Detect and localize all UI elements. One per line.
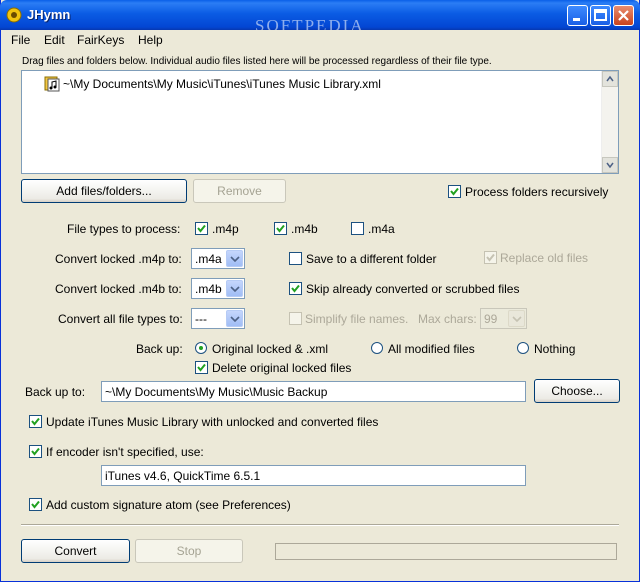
menu-file[interactable]: File xyxy=(11,33,30,47)
replace-old-label: Replace old files xyxy=(500,251,589,265)
save-folder-label: Save to a different folder xyxy=(306,252,437,266)
list-item[interactable]: ~\My Documents\My Music\iTunes\iTunes Mu… xyxy=(63,77,381,91)
scroll-up-button[interactable] xyxy=(602,71,618,87)
maximize-button[interactable] xyxy=(590,5,611,26)
itunes-library-icon xyxy=(44,76,60,92)
skip-converted-checkbox[interactable] xyxy=(289,282,302,295)
arrow-up-icon xyxy=(606,75,614,82)
convert-m4b-select[interactable]: .m4b xyxy=(191,278,245,299)
list-scrollbar[interactable] xyxy=(601,71,618,173)
checkmark-icon xyxy=(450,187,459,196)
update-itunes-checkbox[interactable] xyxy=(29,415,42,428)
convert-all-select[interactable]: --- xyxy=(191,308,245,329)
m4a-checkbox[interactable] xyxy=(351,222,364,235)
recursive-label: Process folders recursively xyxy=(465,185,609,199)
checkmark-icon xyxy=(197,224,206,233)
file-list[interactable]: ~\My Documents\My Music\iTunes\iTunes Mu… xyxy=(21,70,619,174)
radio-selected-dot xyxy=(199,346,203,350)
convert-m4p-value: .m4a xyxy=(195,252,222,266)
convert-m4p-select[interactable]: .m4a xyxy=(191,248,245,269)
checkmark-icon xyxy=(31,500,40,509)
backup-modified-label: All modified files xyxy=(388,342,475,356)
checkmark-icon xyxy=(31,447,40,456)
convert-m4p-label: Convert locked .m4p to: xyxy=(55,252,182,266)
checkmark-icon xyxy=(291,284,300,293)
update-itunes-label: Update iTunes Music Library with unlocke… xyxy=(46,415,379,429)
close-button[interactable] xyxy=(613,5,634,26)
max-chars-label: Max chars: xyxy=(418,312,477,326)
signature-label: Add custom signature atom (see Preferenc… xyxy=(46,498,291,512)
arrow-down-icon xyxy=(606,162,614,169)
encoder-checkbox[interactable] xyxy=(29,445,42,458)
checkmark-icon xyxy=(197,363,206,372)
drop-hint: Drag files and folders below. Individual… xyxy=(22,56,492,67)
convert-all-label: Convert all file types to: xyxy=(58,312,183,326)
m4a-label: .m4a xyxy=(368,222,395,236)
chevron-down-icon xyxy=(230,286,240,292)
m4b-checkbox[interactable] xyxy=(274,222,287,235)
backup-path-value: ~\My Documents\My Music\Music Backup xyxy=(105,385,328,399)
replace-old-checkbox[interactable] xyxy=(484,251,497,264)
menu-edit[interactable]: Edit xyxy=(44,33,65,47)
backup-original-radio[interactable] xyxy=(195,342,207,354)
m4p-label: .m4p xyxy=(212,222,239,236)
window-title: JHymn xyxy=(27,7,71,22)
backup-path-input[interactable]: ~\My Documents\My Music\Music Backup xyxy=(101,381,526,402)
convert-all-value: --- xyxy=(195,312,207,326)
backup-nothing-radio[interactable] xyxy=(517,342,529,354)
choose-button[interactable]: Choose... xyxy=(534,379,620,403)
recursive-checkbox[interactable] xyxy=(448,185,461,198)
backup-nothing-label: Nothing xyxy=(534,342,576,356)
close-icon xyxy=(618,10,629,21)
add-files-button[interactable]: Add files/folders... xyxy=(21,179,187,203)
delete-originals-label: Delete original locked files xyxy=(212,361,352,375)
minimize-button[interactable] xyxy=(567,5,588,26)
max-chars-value: 99 xyxy=(484,312,498,326)
encoder-input[interactable]: iTunes v4.6, QuickTime 6.5.1 xyxy=(101,465,526,486)
convert-all-dropdown-button[interactable] xyxy=(226,310,243,327)
checkmark-icon xyxy=(31,417,40,426)
save-folder-checkbox[interactable] xyxy=(289,252,302,265)
backup-label: Back up: xyxy=(136,342,183,356)
simplify-names-checkbox[interactable] xyxy=(289,312,302,325)
chevron-down-icon xyxy=(230,316,240,322)
menu-help[interactable]: Help xyxy=(138,33,163,47)
stop-button[interactable]: Stop xyxy=(135,539,243,563)
delete-originals-checkbox[interactable] xyxy=(195,361,208,374)
checkmark-icon xyxy=(276,224,285,233)
max-chars-select[interactable]: 99 xyxy=(480,308,527,329)
scroll-down-button[interactable] xyxy=(602,157,618,173)
remove-button[interactable]: Remove xyxy=(193,179,286,203)
m4b-label: .m4b xyxy=(291,222,318,236)
chevron-down-icon xyxy=(512,316,522,322)
max-chars-dropdown-button[interactable] xyxy=(508,310,525,327)
convert-m4b-label: Convert locked .m4b to: xyxy=(55,282,182,296)
simplify-names-label: Simplify file names. xyxy=(305,312,409,326)
convert-m4b-value: .m4b xyxy=(195,282,222,296)
m4p-checkbox[interactable] xyxy=(195,222,208,235)
file-types-label: File types to process: xyxy=(67,222,181,236)
backup-to-label: Back up to: xyxy=(25,385,86,399)
convert-m4p-dropdown-button[interactable] xyxy=(226,250,243,267)
main-window: JHymn SOFTPEDIA File Edit FairKeys Help … xyxy=(0,0,640,582)
menu-bar: File Edit FairKeys Help xyxy=(1,30,639,50)
maximize-icon xyxy=(594,9,607,21)
convert-m4b-dropdown-button[interactable] xyxy=(226,280,243,297)
encoder-label: If encoder isn't specified, use: xyxy=(46,445,204,459)
progress-bar xyxy=(275,543,617,560)
separator xyxy=(21,524,619,526)
skip-converted-label: Skip already converted or scrubbed files xyxy=(306,282,520,296)
backup-original-label: Original locked & .xml xyxy=(212,342,329,356)
checkmark-icon xyxy=(486,253,495,262)
encoder-value: iTunes v4.6, QuickTime 6.5.1 xyxy=(105,469,261,483)
chevron-down-icon xyxy=(230,256,240,262)
app-icon xyxy=(6,7,22,23)
convert-button[interactable]: Convert xyxy=(21,539,130,563)
menu-fairkeys[interactable]: FairKeys xyxy=(77,33,124,47)
minimize-icon xyxy=(573,18,580,21)
title-bar[interactable]: JHymn SOFTPEDIA xyxy=(0,0,640,35)
backup-modified-radio[interactable] xyxy=(371,342,383,354)
signature-checkbox[interactable] xyxy=(29,498,42,511)
